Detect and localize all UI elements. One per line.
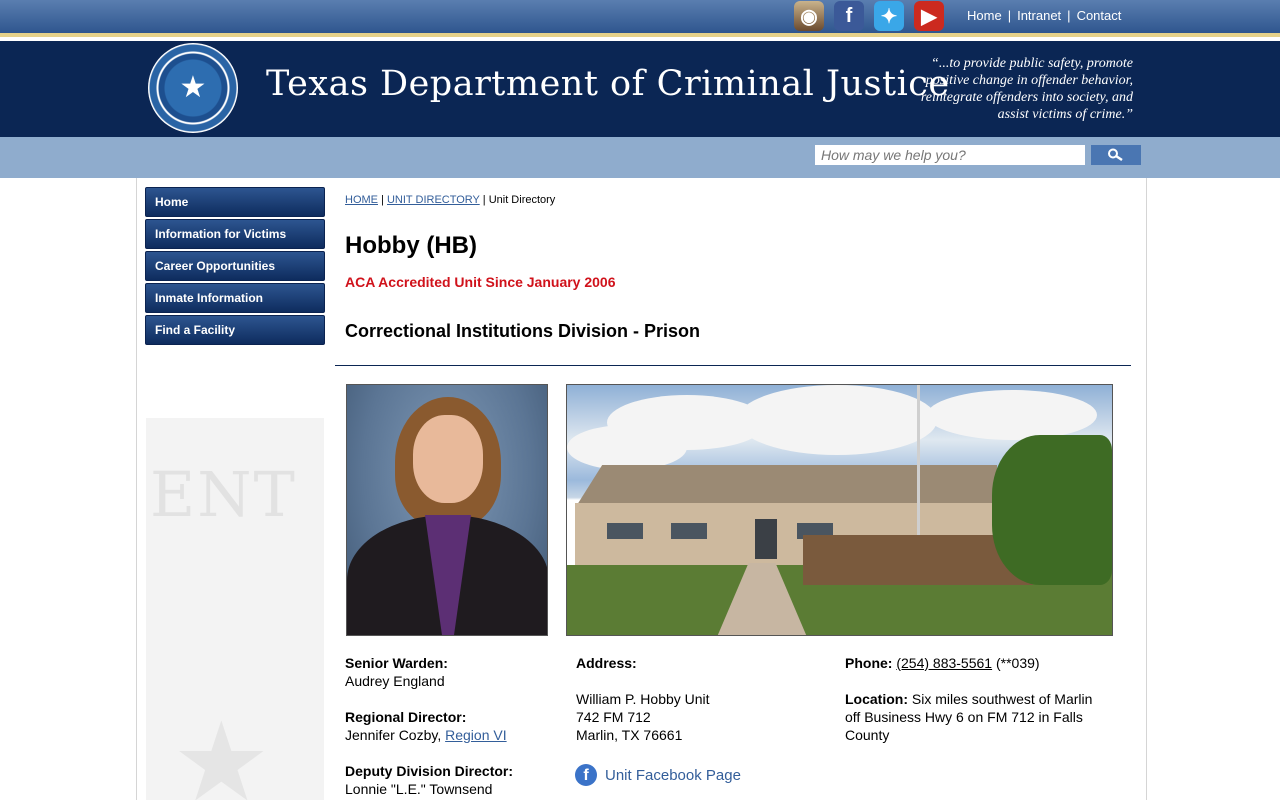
top-link-separator: | — [1007, 8, 1012, 23]
breadcrumb: HOME | UNIT DIRECTORY | Unit Directory — [345, 194, 555, 206]
breadcrumb-separator: | — [381, 194, 384, 206]
division-heading: Correctional Institutions Division - Pri… — [345, 321, 701, 341]
unit-facebook-link[interactable]: f Unit Facebook Page — [575, 764, 741, 786]
breadcrumb-separator: | — [482, 194, 486, 206]
accreditation-note: ACA Accredited Unit Since January 2006 — [345, 274, 616, 290]
top-link-intranet[interactable]: Intranet — [1017, 8, 1061, 23]
youtube-icon[interactable]: ▶ — [914, 1, 944, 31]
sidebar-item-home[interactable]: Home — [145, 187, 325, 217]
address-line-2: 742 FM 712 — [576, 709, 651, 725]
phone-extension: (**039) — [995, 655, 1040, 671]
address-line-1: William P. Hobby Unit — [576, 691, 710, 707]
sidebar-item-information-for-victims[interactable]: Information for Victims — [145, 219, 325, 249]
senior-warden-label: Senior Warden: — [345, 655, 448, 671]
breadcrumb-unit-directory-link[interactable]: UNIT DIRECTORY — [387, 194, 480, 206]
breadcrumb-current: Unit Directory — [488, 194, 556, 206]
page-title: Hobby (HB) — [345, 232, 477, 259]
phone-label: Phone: — [845, 655, 893, 671]
phone-location-block: Phone: (254) 883-5561 (**039) Location: … — [845, 654, 1092, 744]
location-line-1: Six miles southwest of Marlin — [911, 691, 1093, 707]
divider — [335, 365, 1131, 366]
region-link[interactable]: Region VI — [445, 727, 506, 743]
regional-director-label: Regional Director: — [345, 709, 467, 725]
address-block: Address: William P. Hobby Unit 742 FM 71… — [576, 654, 710, 744]
search-button[interactable] — [1091, 145, 1141, 165]
star-icon: ★ — [179, 71, 207, 104]
facebook-icon[interactable]: f — [834, 1, 864, 31]
search-input[interactable] — [815, 145, 1085, 165]
unit-building-photo — [566, 384, 1113, 636]
sidebar-item-career-opportunities[interactable]: Career Opportunities — [145, 251, 325, 281]
site-title[interactable]: Texas Department of Criminal Justice — [266, 64, 950, 104]
regional-director-name: Jennifer Cozby, — [345, 727, 442, 743]
twitter-icon[interactable]: ✦ — [874, 1, 904, 31]
senior-warden-block: Senior Warden: Audrey England Regional D… — [345, 654, 513, 798]
search-icon — [1108, 148, 1123, 162]
deputy-director-name: Lonnie "L.E." Townsend — [345, 781, 493, 797]
warden-photo — [346, 384, 548, 636]
seal-watermark: ENT ★ — [146, 418, 324, 800]
location-line-2: off Business Hwy 6 on FM 712 in Falls — [845, 709, 1083, 725]
phone-link[interactable]: (254) 883-5561 — [896, 655, 992, 671]
unit-facebook-label: Unit Facebook Page — [605, 766, 741, 784]
gold-stripe — [0, 33, 1280, 39]
sidebar-nav: Home Information for Victims Career Oppo… — [145, 187, 325, 347]
top-link-contact[interactable]: Contact — [1077, 8, 1122, 23]
address-line-3: Marlin, TX 76661 — [576, 727, 683, 743]
top-links: Home | Intranet | Contact — [967, 8, 1121, 23]
agency-motto: “...to provide public safety, promote po… — [920, 56, 1133, 122]
top-link-home[interactable]: Home — [967, 8, 1002, 23]
deputy-director-label: Deputy Division Director: — [345, 763, 514, 779]
instagram-icon[interactable]: ◉ — [794, 1, 824, 31]
address-label: Address: — [576, 655, 637, 671]
location-label: Location: — [845, 691, 908, 707]
search-bar — [0, 137, 1280, 178]
breadcrumb-home-link[interactable]: HOME — [345, 194, 378, 206]
sidebar-item-find-a-facility[interactable]: Find a Facility — [145, 315, 325, 345]
facebook-icon: f — [575, 764, 597, 786]
agency-seal-logo[interactable]: ★ — [148, 43, 238, 133]
senior-warden-name: Audrey England — [345, 673, 445, 689]
location-line-3: County — [845, 727, 890, 743]
sidebar-item-inmate-information[interactable]: Inmate Information — [145, 283, 325, 313]
top-link-separator: | — [1067, 8, 1071, 23]
